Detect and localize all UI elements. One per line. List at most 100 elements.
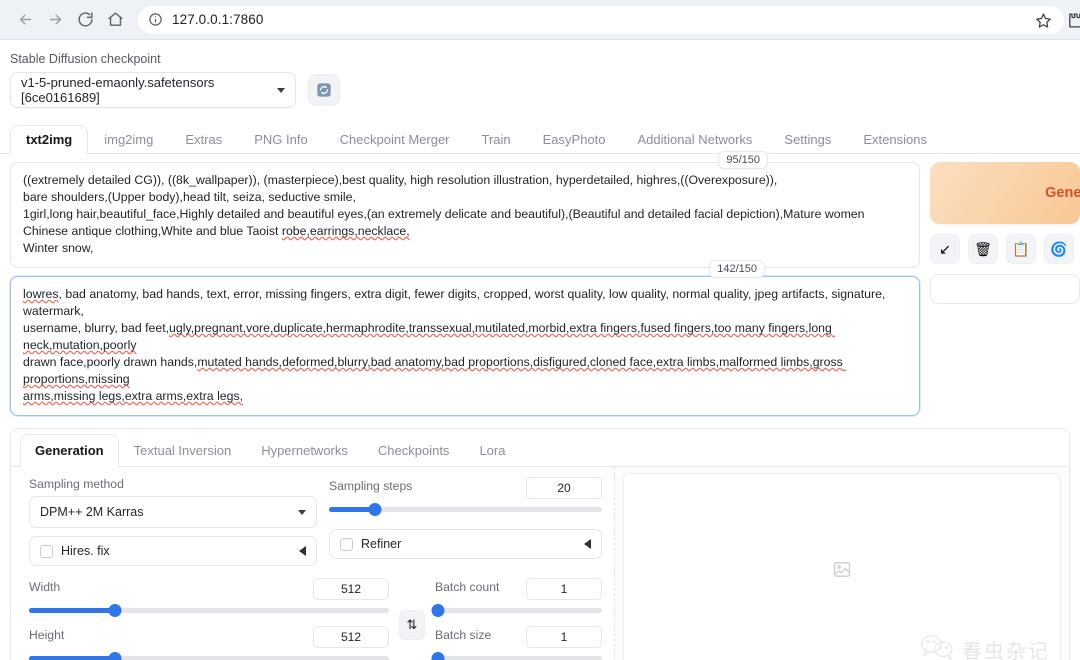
browser-right-actions (1028, 5, 1080, 35)
back-arrow-icon[interactable] (10, 5, 40, 35)
generation-sub-tab-bar: Generation Textual Inversion Hypernetwor… (11, 429, 1069, 467)
home-icon[interactable] (100, 5, 130, 35)
sampling-steps-group: Sampling steps 20 Refiner (329, 477, 602, 566)
sampling-steps-slider[interactable] (329, 503, 602, 516)
site-info-icon[interactable] (148, 12, 163, 27)
neg-line-2a: username, blurry, bad feet, (23, 321, 170, 335)
styles-dropdown[interactable] (930, 274, 1080, 304)
refresh-checkpoints-button[interactable] (308, 74, 340, 106)
sampler-row: Sampling method DPM++ 2M Karras Hires. f… (29, 477, 602, 566)
refiner-checkbox[interactable] (340, 537, 353, 551)
tab-checkpoint-merger[interactable]: Checkpoint Merger (324, 125, 466, 154)
prompt-area: 95/150 ((extremely detailed CG)), ((8k_w… (0, 151, 1080, 416)
chevron-left-icon (584, 539, 591, 549)
refiner-accordion[interactable]: Refiner (329, 529, 602, 559)
chevron-down-icon (298, 509, 306, 515)
height-label: Height (29, 627, 65, 642)
tab-png-info[interactable]: PNG Info (238, 125, 323, 154)
prompt-line-4b: robe,earrings,necklace, (281, 224, 410, 238)
refresh-icon (317, 83, 331, 97)
star-icon[interactable] (1028, 5, 1058, 35)
generate-column: Generate ↙ 🗑 📋 🌀 (930, 162, 1080, 416)
generate-button[interactable]: Generate (930, 162, 1080, 224)
arrow-down-left-icon[interactable]: ↙ (930, 234, 960, 264)
generate-button-label: Generate (1045, 185, 1080, 201)
spiral-glyph: 🌀 (1050, 240, 1068, 257)
batch-count-label: Batch count (435, 579, 500, 594)
trash-glyph: 🗑 (974, 240, 992, 257)
batch-size-slider[interactable] (431, 652, 602, 660)
tab-easyphoto[interactable]: EasyPhoto (527, 125, 622, 154)
tab-extensions[interactable]: Extensions (847, 125, 943, 154)
sampling-steps-label: Sampling steps (329, 478, 413, 493)
batch-count-input[interactable]: 1 (526, 578, 602, 600)
tab-img2img[interactable]: img2img (88, 125, 169, 154)
swap-dimensions-button[interactable]: ⇅ (399, 610, 425, 640)
clipboard-glyph: 📋 (1012, 240, 1030, 257)
trash-icon[interactable]: 🗑 (968, 234, 998, 264)
chevron-down-icon (277, 87, 285, 93)
url-text: 127.0.0.1:7860 (172, 12, 264, 27)
subtab-checkpoints[interactable]: Checkpoints (363, 434, 465, 467)
spiral-icon[interactable]: 🌀 (1044, 234, 1074, 264)
sampling-method-select[interactable]: DPM++ 2M Karras (29, 496, 317, 528)
batch-size-label: Batch size (435, 627, 492, 642)
batch-count-slider[interactable] (431, 604, 602, 617)
tab-settings[interactable]: Settings (768, 125, 847, 154)
subtab-textual-inversion[interactable]: Textual Inversion (119, 434, 247, 467)
height-input[interactable]: 512 (313, 626, 389, 648)
prompt-line-2: bare shoulders,(Upper body),head tilt, s… (23, 190, 356, 204)
neg-line-4: arms,missing legs,extra arms,extra legs, (23, 389, 244, 403)
checkpoint-select[interactable]: v1-5-pruned-emaonly.safetensors [6ce0161… (10, 72, 296, 108)
webui-page: Stable Diffusion checkpoint v1-5-pruned-… (0, 40, 1080, 660)
browser-toolbar: 127.0.0.1:7860 (0, 0, 1080, 40)
prompt-tool-row: ↙ 🗑 📋 🌀 (930, 234, 1080, 264)
puzzle-icon[interactable] (1060, 5, 1080, 35)
address-bar[interactable]: 127.0.0.1:7860 (138, 5, 1064, 34)
reload-icon[interactable] (70, 5, 100, 35)
width-label: Width (29, 579, 61, 594)
wechat-icon (920, 634, 956, 660)
width-input[interactable]: 512 (313, 578, 389, 600)
output-pane: 春虫杂记 📁 💾 🗃 🖼 🎨 ➤ (615, 467, 1069, 660)
width-height-group: Width 512 Height 512 (29, 578, 389, 660)
parameters-pane: Sampling method DPM++ 2M Karras Hires. f… (11, 467, 615, 660)
clipboard-icon[interactable]: 📋 (1006, 234, 1036, 264)
height-slider[interactable] (29, 652, 389, 660)
generation-panel: Generation Textual Inversion Hypernetwor… (10, 428, 1070, 660)
generation-panel-body: Sampling method DPM++ 2M Karras Hires. f… (11, 467, 1069, 660)
checkpoint-label: Stable Diffusion checkpoint (10, 52, 161, 66)
checkpoint-value: v1-5-pruned-emaonly.safetensors [6ce0161… (21, 75, 215, 105)
output-gallery[interactable]: 春虫杂记 (623, 473, 1061, 660)
image-placeholder-icon (832, 559, 852, 584)
watermark-text: 春虫杂记 (962, 641, 1050, 660)
hires-fix-accordion[interactable]: Hires. fix (29, 536, 317, 566)
hires-fix-label: Hires. fix (61, 544, 110, 558)
tab-train[interactable]: Train (466, 125, 527, 154)
subtab-lora[interactable]: Lora (464, 434, 520, 467)
subtab-hypernetworks[interactable]: Hypernetworks (246, 434, 363, 467)
main-tab-bar: txt2img img2img Extras PNG Info Checkpoi… (0, 124, 1080, 154)
negative-prompt-textarea[interactable]: lowres, bad anatomy, bad hands, text, er… (10, 276, 920, 416)
hires-fix-checkbox[interactable] (40, 544, 53, 558)
tab-additional-networks[interactable]: Additional Networks (622, 125, 769, 154)
prompt-line-4a: Chinese antique clothing,White and blue … (23, 224, 282, 238)
prompt-line-1: ((extremely detailed CG)), ((8k_wallpape… (23, 173, 778, 187)
sampling-steps-input[interactable]: 20 (526, 477, 602, 499)
neg-line-1a: lowres (23, 287, 59, 301)
batch-size-input[interactable]: 1 (526, 626, 602, 648)
negative-prompt-token-counter: 142/150 (709, 260, 765, 278)
arrow-down-left-glyph: ↙ (939, 240, 951, 257)
checkpoint-row: v1-5-pruned-emaonly.safetensors [6ce0161… (10, 72, 1080, 108)
prompt-line-5: Winter snow, (23, 241, 94, 255)
tab-txt2img[interactable]: txt2img (10, 125, 89, 154)
prompt-token-counter: 95/150 (718, 151, 768, 169)
width-slider[interactable] (29, 604, 389, 617)
neg-line-3a: drawn face,poorly drawn hands, (23, 355, 198, 369)
subtab-generation[interactable]: Generation (20, 434, 119, 467)
watermark: 春虫杂记 (920, 634, 1050, 660)
positive-prompt-textarea[interactable]: ((extremely detailed CG)), ((8k_wallpape… (10, 162, 920, 268)
forward-arrow-icon[interactable] (40, 5, 70, 35)
tab-extras[interactable]: Extras (169, 125, 238, 154)
chevron-left-icon (299, 546, 306, 556)
